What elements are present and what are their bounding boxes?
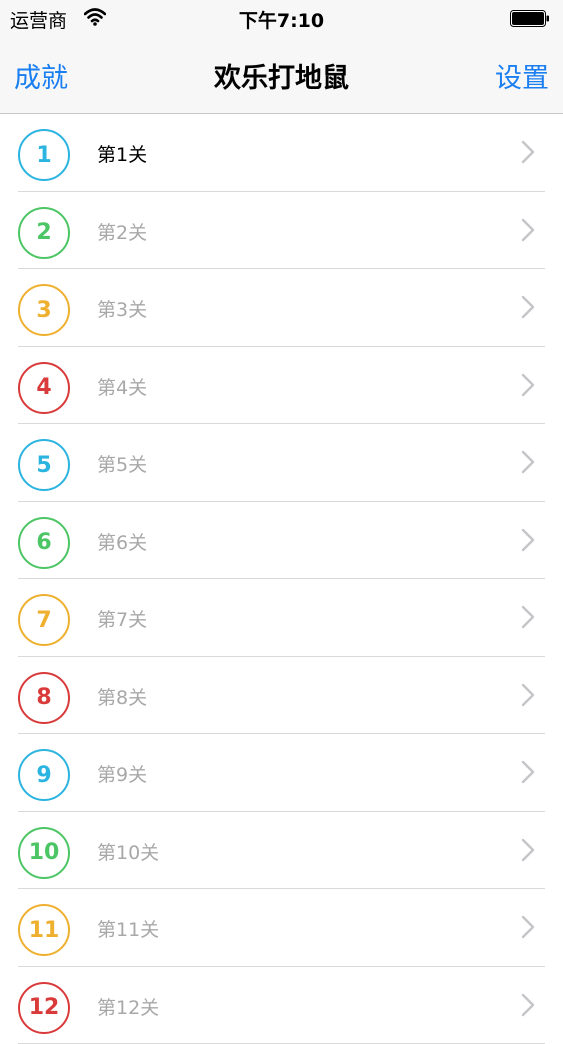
level-label: 第8关 xyxy=(97,683,147,710)
level-row[interactable]: 10 第10关 xyxy=(0,812,563,890)
level-row[interactable]: 8 第8关 xyxy=(0,657,563,735)
status-time: 下午7:10 xyxy=(0,6,563,33)
chevron-right-icon xyxy=(520,683,536,707)
chevron-right-icon xyxy=(520,760,536,784)
level-label: 第3关 xyxy=(97,295,147,322)
level-label: 第2关 xyxy=(97,218,147,245)
achievements-button[interactable]: 成就 xyxy=(14,56,68,95)
level-label: 第10关 xyxy=(97,838,159,865)
level-number-badge: 6 xyxy=(18,517,70,569)
level-row[interactable]: 2 第2关 xyxy=(0,192,563,270)
chevron-right-icon xyxy=(520,450,536,474)
chevron-right-icon xyxy=(520,838,536,862)
level-row[interactable]: 12 第12关 xyxy=(0,967,563,1044)
level-number-badge: 5 xyxy=(18,439,70,491)
settings-button[interactable]: 设置 xyxy=(495,56,549,95)
chevron-right-icon xyxy=(520,373,536,397)
level-label: 第1关 xyxy=(97,140,147,167)
level-row[interactable]: 6 第6关 xyxy=(0,502,563,580)
level-number-badge: 11 xyxy=(18,904,70,956)
level-number-badge: 10 xyxy=(18,827,70,879)
level-number-badge: 1 xyxy=(18,129,70,181)
level-number-badge: 8 xyxy=(18,672,70,724)
chevron-right-icon xyxy=(520,295,536,319)
level-row[interactable]: 1 第1关 xyxy=(0,114,563,192)
chevron-right-icon xyxy=(520,528,536,552)
chevron-right-icon xyxy=(520,218,536,242)
level-row[interactable]: 4 第4关 xyxy=(0,347,563,425)
chevron-right-icon xyxy=(520,915,536,939)
level-label: 第9关 xyxy=(97,760,147,787)
level-label: 第6关 xyxy=(97,528,147,555)
level-row[interactable]: 5 第5关 xyxy=(0,424,563,502)
level-number-badge: 2 xyxy=(18,207,70,259)
level-list: 1 第1关 2 第2关 3 第3关 4 第4关 5 第5关 6 第6关 7 第7关 8 第8关 9 第9关 10 第1… xyxy=(0,114,563,1044)
level-number-badge: 3 xyxy=(18,284,70,336)
level-row[interactable]: 11 第11关 xyxy=(0,889,563,967)
status-bar: 运营商 下午7:10 xyxy=(0,0,563,40)
level-row[interactable]: 7 第7关 xyxy=(0,579,563,657)
level-row[interactable]: 9 第9关 xyxy=(0,734,563,812)
level-label: 第7关 xyxy=(97,605,147,632)
chevron-right-icon xyxy=(520,140,536,164)
level-label: 第12关 xyxy=(97,993,159,1020)
level-number-badge: 12 xyxy=(18,982,70,1034)
level-number-badge: 7 xyxy=(18,594,70,646)
level-label: 第5关 xyxy=(97,450,147,477)
page-title: 欢乐打地鼠 xyxy=(0,56,563,95)
level-label: 第11关 xyxy=(97,915,159,942)
level-number-badge: 4 xyxy=(18,362,70,414)
battery-icon xyxy=(510,10,550,27)
chevron-right-icon xyxy=(520,605,536,629)
level-row[interactable]: 3 第3关 xyxy=(0,269,563,347)
navigation-bar: 成就 欢乐打地鼠 设置 xyxy=(0,40,563,114)
level-number-badge: 9 xyxy=(18,749,70,801)
chevron-right-icon xyxy=(520,993,536,1017)
level-label: 第4关 xyxy=(97,373,147,400)
